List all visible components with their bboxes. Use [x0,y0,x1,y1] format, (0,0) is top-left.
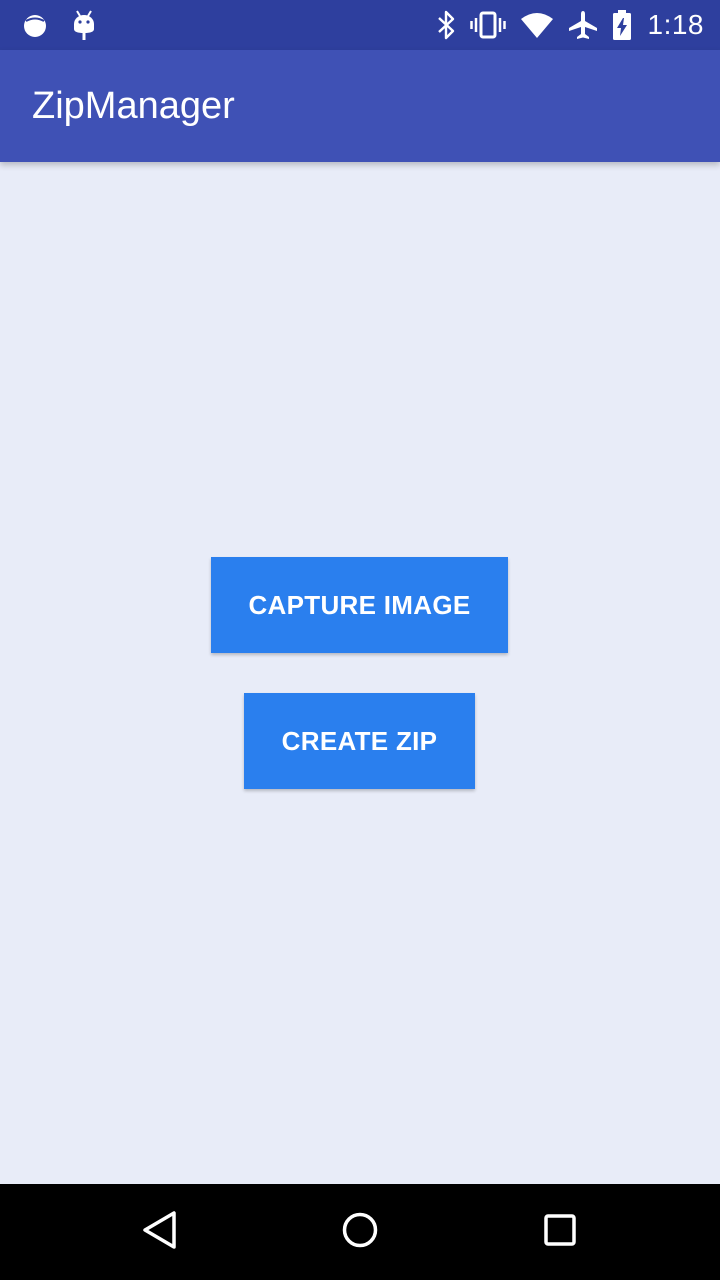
status-clock: 1:18 [647,9,704,40]
status-bar-right: 1:18 [436,8,705,42]
battery-charging-icon [612,9,632,41]
vibrate-icon [469,10,506,40]
android-icon [72,9,96,41]
status-bar: 1:18 [0,0,720,50]
notification-dot-icon [22,12,48,38]
status-bar-left [22,8,96,42]
wifi-icon [520,11,554,39]
back-button[interactable] [130,1202,190,1262]
home-icon [340,1210,380,1255]
recents-icon [540,1210,580,1255]
back-icon [140,1210,180,1255]
capture-image-button[interactable]: CAPTURE IMAGE [211,557,508,653]
create-zip-button[interactable]: CREATE ZIP [244,693,475,789]
app-title: ZipManager [32,85,235,127]
screen: 1:18 ZipManager CAPTURE IMAGE CREATE ZIP [0,0,720,1280]
navigation-bar [0,1184,720,1280]
bluetooth-icon [436,9,456,41]
app-bar: ZipManager [0,50,720,162]
recents-button[interactable] [530,1202,590,1262]
airplane-mode-icon [568,10,598,40]
home-button[interactable] [330,1202,390,1262]
